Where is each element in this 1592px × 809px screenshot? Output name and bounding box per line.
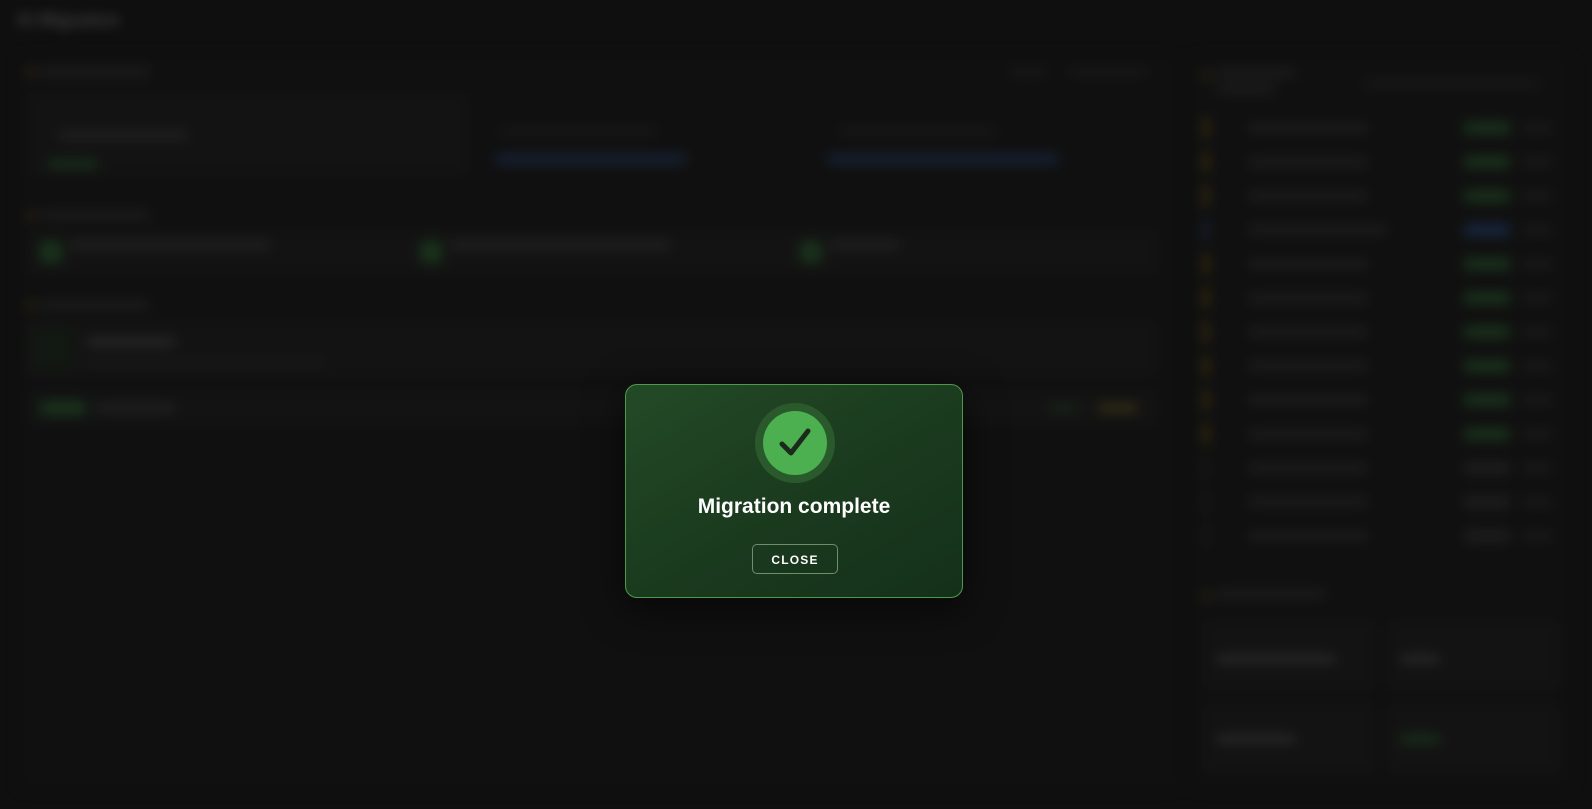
close-button[interactable]: CLOSE: [752, 544, 838, 574]
migration-complete-dialog: Migration complete CLOSE: [625, 384, 963, 598]
success-badge: [755, 403, 835, 483]
dialog-title: Migration complete: [697, 495, 891, 518]
